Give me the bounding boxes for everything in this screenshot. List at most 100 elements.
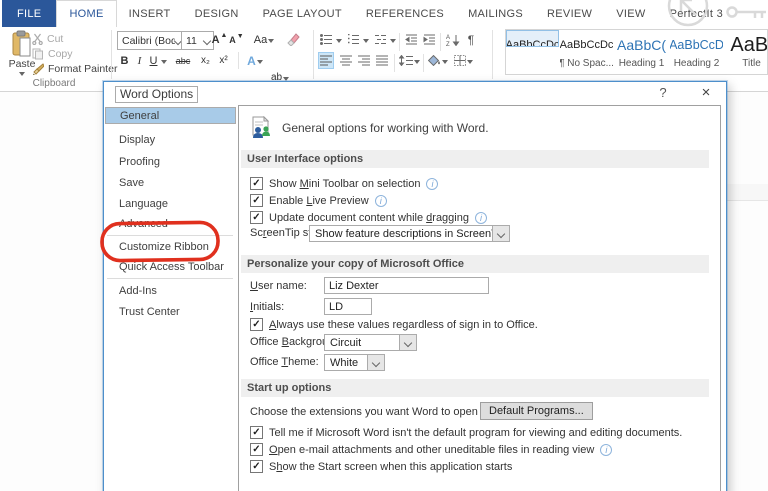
info-icon[interactable] xyxy=(375,195,387,207)
style-normal[interactable]: AaBbCcDc ¶ Normal xyxy=(506,30,559,47)
group-separator xyxy=(111,30,112,79)
numbering-dropdown[interactable] xyxy=(362,31,369,48)
office-background-select[interactable]: Circuit xyxy=(324,334,417,351)
style-no-spacing[interactable]: AaBbCcDc ¶ No Spac... xyxy=(559,30,614,74)
sidebar-item-display[interactable]: Display xyxy=(105,130,236,150)
italic-button[interactable]: I xyxy=(134,52,145,69)
decrease-indent-button[interactable] xyxy=(403,31,419,48)
checkbox-row-live-preview[interactable]: Enable Live Preview xyxy=(250,194,387,207)
info-icon[interactable] xyxy=(600,444,612,456)
style-preview: AaBbCcDc xyxy=(560,34,614,56)
tab-page-layout[interactable]: PAGE LAYOUT xyxy=(251,0,354,27)
checkbox-checked[interactable] xyxy=(250,211,263,224)
tab-insert[interactable]: INSERT xyxy=(117,0,183,27)
checkbox-row-mini-toolbar[interactable]: Show Mini Toolbar on selection xyxy=(250,177,438,190)
checkbox-row-always-use[interactable]: Always use these values regardless of si… xyxy=(250,318,538,331)
sidebar-item-proofing[interactable]: Proofing xyxy=(105,152,236,172)
checkbox-checked[interactable] xyxy=(250,318,263,331)
sidebar-item-language[interactable]: Language xyxy=(105,194,236,214)
tab-design[interactable]: DESIGN xyxy=(183,0,251,27)
default-programs-button[interactable]: Default Programs... xyxy=(480,402,593,420)
checkbox-checked[interactable] xyxy=(250,443,263,456)
numbering-button[interactable] xyxy=(345,31,361,48)
sidebar-item-advanced[interactable]: Advanced xyxy=(105,214,236,234)
format-painter-button[interactable]: Format Painter xyxy=(32,61,117,76)
tab-view[interactable]: VIEW xyxy=(604,0,657,27)
bold-button[interactable]: B xyxy=(118,52,131,69)
dropdown-button[interactable] xyxy=(367,355,384,370)
chevron-down-icon xyxy=(404,338,412,346)
username-input[interactable] xyxy=(324,277,489,294)
clear-formatting-button[interactable] xyxy=(284,31,302,48)
paint-bucket-icon xyxy=(428,55,441,66)
office-theme-select[interactable]: White xyxy=(324,354,385,371)
font-size-combobox[interactable]: 11 xyxy=(181,31,214,50)
align-center-button[interactable] xyxy=(338,52,354,69)
section-heading-ui: User Interface options xyxy=(241,150,709,168)
align-left-button[interactable] xyxy=(318,52,334,69)
page-header: General options for working with Word. xyxy=(249,116,489,140)
multilevel-dropdown[interactable] xyxy=(389,31,396,48)
checkbox-checked[interactable] xyxy=(250,194,263,207)
font-family-combobox[interactable]: Calibri (Body) xyxy=(117,31,185,50)
grow-font-glyph: A xyxy=(212,34,220,46)
info-icon[interactable] xyxy=(426,178,438,190)
screentip-style-select[interactable]: Show feature descriptions in ScreenTips xyxy=(309,225,510,242)
borders-button[interactable] xyxy=(452,52,474,69)
checkbox-row-update-dragging[interactable]: Update document content while dragging xyxy=(250,211,487,224)
shading-button[interactable] xyxy=(427,52,449,69)
tab-file[interactable]: FILE xyxy=(2,0,56,27)
shrink-font-button[interactable]: A▼ xyxy=(229,31,244,48)
sidebar-item-save[interactable]: Save xyxy=(105,173,236,193)
checkbox-label: Tell me if Microsoft Word isn't the defa… xyxy=(269,427,682,439)
change-case-button[interactable]: Aa xyxy=(252,31,276,48)
sidebar-item-quick-access-toolbar[interactable]: Quick Access Toolbar xyxy=(105,257,236,277)
underline-dropdown[interactable] xyxy=(160,52,168,69)
checkbox-row-show-start-screen[interactable]: Show the Start screen when this applicat… xyxy=(250,460,512,473)
increase-indent-button[interactable] xyxy=(421,31,437,48)
tab-review[interactable]: REVIEW xyxy=(535,0,604,27)
tab-references[interactable]: REFERENCES xyxy=(354,0,456,27)
subscript-button[interactable]: x₂ xyxy=(198,52,213,69)
show-paragraph-marks-button[interactable]: ¶ xyxy=(464,31,478,48)
checkbox-checked[interactable] xyxy=(250,177,263,190)
align-right-button[interactable] xyxy=(356,52,372,69)
dropdown-button[interactable] xyxy=(399,335,416,350)
line-spacing-button[interactable] xyxy=(398,52,420,69)
cut-button[interactable]: Cut xyxy=(32,31,63,46)
checkbox-checked[interactable] xyxy=(250,426,263,439)
sidebar-item-trust-center[interactable]: Trust Center xyxy=(105,302,236,322)
strikethrough-button[interactable]: abc xyxy=(172,52,194,69)
style-heading-2[interactable]: AaBbCcD Heading 2 xyxy=(669,30,724,74)
word-window: FILE HOME INSERT DESIGN PAGE LAYOUT REFE… xyxy=(0,0,768,491)
grow-font-button[interactable]: A▲ xyxy=(212,31,227,48)
initials-input[interactable] xyxy=(324,298,372,315)
sort-button[interactable]: AZ xyxy=(444,31,462,48)
sidebar-item-customize-ribbon[interactable]: Customize Ribbon xyxy=(105,237,236,257)
copy-button[interactable]: Copy xyxy=(32,46,73,61)
checkbox-row-open-email[interactable]: Open e-mail attachments and other unedit… xyxy=(250,443,612,456)
close-icon[interactable]: × xyxy=(694,84,718,102)
align-center-icon xyxy=(340,55,352,66)
info-icon[interactable] xyxy=(475,212,487,224)
style-heading-1[interactable]: AaBbC( Heading 1 xyxy=(614,30,669,74)
underline-glyph: U xyxy=(150,55,158,67)
sidebar-item-general[interactable]: General xyxy=(105,107,236,124)
checkbox-row-tell-me[interactable]: Tell me if Microsoft Word isn't the defa… xyxy=(250,426,682,439)
dropdown-button[interactable] xyxy=(492,226,509,241)
tab-mailings[interactable]: MAILINGS xyxy=(456,0,535,27)
multilevel-list-button[interactable] xyxy=(372,31,388,48)
justify-button[interactable] xyxy=(374,52,390,69)
style-title[interactable]: AaBl Title xyxy=(724,30,768,74)
font-family-value: Calibri (Body) xyxy=(122,35,175,47)
bullets-button[interactable] xyxy=(318,31,334,48)
help-button[interactable]: ? xyxy=(652,84,674,102)
superscript-button[interactable]: x² xyxy=(216,52,231,69)
underline-button[interactable]: U xyxy=(147,52,160,69)
sidebar-item-add-ins[interactable]: Add-Ins xyxy=(105,281,236,301)
checkbox-checked[interactable] xyxy=(250,460,263,473)
bullets-dropdown[interactable] xyxy=(335,31,342,48)
svg-text:Z: Z xyxy=(446,42,450,46)
text-effects-button[interactable]: A xyxy=(243,52,267,69)
tab-home[interactable]: HOME xyxy=(56,0,116,27)
